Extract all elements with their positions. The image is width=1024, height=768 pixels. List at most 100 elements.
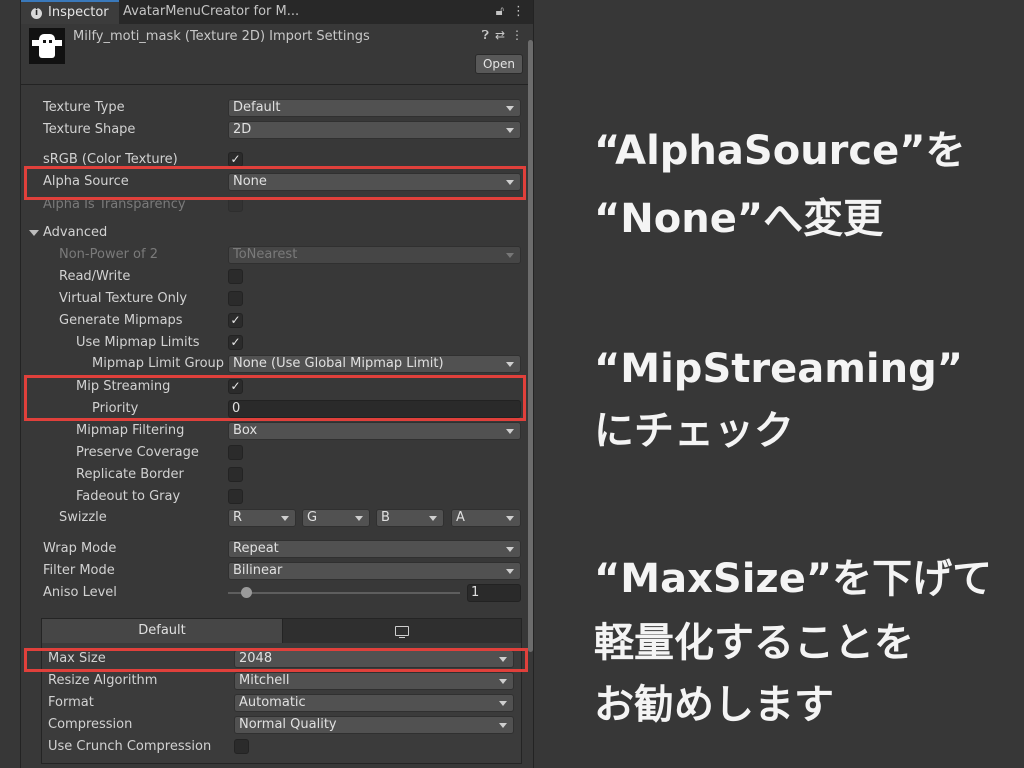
compression-label: Compression [48, 717, 133, 732]
kebab-menu-icon[interactable]: ⋮ [512, 4, 525, 19]
read-write-row: Read/Write [21, 266, 533, 288]
texture-shape-value: 2D [233, 122, 252, 137]
mipmap-filtering-dropdown[interactable]: Box [228, 422, 521, 440]
open-button[interactable]: Open [475, 54, 523, 74]
inspector-header: Milfy_moti_mask (Texture 2D) Import Sett… [21, 24, 533, 80]
fadeout-gray-label: Fadeout to Gray [76, 489, 181, 504]
texture-type-label: Texture Type [43, 100, 125, 115]
header-tools: ❓︎ ⇄ ⋮ [476, 28, 523, 43]
swizzle-b-dropdown[interactable]: B [376, 509, 444, 527]
info-icon: i [31, 7, 42, 19]
note-max-line3: お勧めします [594, 682, 834, 728]
mipmap-limit-group-row: Mipmap Limit Group None (Use Global Mipm… [21, 353, 533, 375]
inspector-scrollbar[interactable] [528, 40, 533, 652]
chevron-down-icon [499, 679, 507, 684]
filter-mode-label: Filter Mode [43, 563, 115, 578]
compression-dropdown[interactable]: Normal Quality [234, 716, 514, 734]
format-row: Format Automatic [21, 692, 533, 714]
mipmap-filtering-row: Mipmap Filtering Box [21, 420, 533, 442]
settings-sliders-icon[interactable]: ⇄ [495, 28, 505, 42]
aniso-slider-track[interactable] [228, 592, 460, 594]
swizzle-b-value: B [381, 510, 390, 525]
use-mipmap-limits-row: Use Mipmap Limits ✓ [21, 332, 533, 354]
aniso-level-input[interactable]: 1 [467, 584, 521, 602]
replicate-border-row: Replicate Border [21, 464, 533, 486]
format-label: Format [48, 695, 94, 710]
tab-avatar-menu-creator[interactable]: AvatarMenuCreator for M... [123, 0, 323, 24]
fadeout-gray-checkbox[interactable] [228, 489, 243, 504]
npot-row: Non-Power of 2 ToNearest [21, 244, 533, 266]
note-max-line2: 軽量化することを [594, 620, 914, 666]
texture-thumbnail [29, 28, 65, 64]
swizzle-r-value: R [233, 510, 243, 525]
texture-type-dropdown[interactable]: Default [228, 99, 521, 117]
swizzle-a-dropdown[interactable]: A [451, 509, 521, 527]
virtual-texture-checkbox[interactable] [228, 291, 243, 306]
wrap-mode-dropdown[interactable]: Repeat [228, 540, 521, 558]
swizzle-r-dropdown[interactable]: R [228, 509, 296, 527]
fadeout-gray-row: Fadeout to Gray [21, 486, 533, 508]
tab-avatar-menu-creator-label: AvatarMenuCreator for M... [123, 4, 300, 19]
texture-type-row: Texture Type Default [21, 97, 533, 119]
npot-value: ToNearest [233, 247, 298, 262]
preserve-coverage-label: Preserve Coverage [76, 445, 199, 460]
npot-dropdown[interactable]: ToNearest [228, 246, 521, 264]
resize-algorithm-dropdown[interactable]: Mitchell [234, 672, 514, 690]
wrap-mode-row: Wrap Mode Repeat [21, 538, 533, 560]
swizzle-a-value: A [456, 510, 465, 525]
monitor-icon [395, 625, 409, 638]
help-icon[interactable]: ❓︎ [482, 28, 489, 42]
chevron-down-icon [506, 106, 514, 111]
use-mipmap-limits-checkbox[interactable]: ✓ [228, 335, 243, 350]
tab-default-platform[interactable]: Default [42, 619, 282, 643]
read-write-label: Read/Write [59, 269, 131, 284]
chevron-down-icon [506, 429, 514, 434]
tab-bar: i Inspector AvatarMenuCreator for M... 🔓︎… [21, 0, 533, 24]
header-divider [21, 84, 533, 85]
swizzle-label: Swizzle [59, 510, 107, 525]
mipmap-limit-group-label: Mipmap Limit Group [92, 356, 225, 371]
note-max-line1: “MaxSize”を下げて [594, 556, 993, 602]
kebab-menu-icon[interactable]: ⋮ [511, 28, 523, 42]
chevron-down-icon [506, 516, 514, 521]
replicate-border-checkbox[interactable] [228, 467, 243, 482]
use-mipmap-limits-label: Use Mipmap Limits [76, 335, 200, 350]
mipmap-limit-group-dropdown[interactable]: None (Use Global Mipmap Limit) [228, 355, 521, 373]
chevron-down-icon [499, 723, 507, 728]
chevron-down-icon [506, 253, 514, 258]
tab-tools: 🔓︎ ⋮ [488, 0, 525, 24]
swizzle-g-value: G [307, 510, 318, 525]
aniso-level-label: Aniso Level [43, 585, 117, 600]
format-value: Automatic [239, 695, 306, 710]
filter-mode-dropdown[interactable]: Bilinear [228, 562, 521, 580]
chevron-down-icon [506, 569, 514, 574]
mipmap-filtering-value: Box [233, 423, 258, 438]
format-dropdown[interactable]: Automatic [234, 694, 514, 712]
chevron-down-icon [506, 547, 514, 552]
lock-icon[interactable]: 🔓︎ [496, 4, 504, 19]
generate-mipmaps-label: Generate Mipmaps [59, 313, 183, 328]
resize-algorithm-label: Resize Algorithm [48, 673, 158, 688]
virtual-texture-label: Virtual Texture Only [59, 291, 188, 306]
mipmap-limit-group-value: None (Use Global Mipmap Limit) [233, 356, 444, 371]
generate-mipmaps-checkbox[interactable]: ✓ [228, 313, 243, 328]
tab-inspector[interactable]: i Inspector [21, 0, 119, 24]
swizzle-g-dropdown[interactable]: G [302, 509, 370, 527]
note-mip-line2: にチェック [594, 408, 794, 454]
texture-shape-row: Texture Shape 2D [21, 119, 533, 141]
preserve-coverage-checkbox[interactable] [228, 445, 243, 460]
note-mip-line1: “MipStreaming” [594, 346, 964, 392]
aniso-slider-handle[interactable] [241, 587, 252, 598]
crunch-row: Use Crunch Compression [21, 736, 533, 758]
tab-standalone-platform[interactable] [282, 619, 521, 643]
max-size-highlight [24, 648, 528, 672]
fold-arrow-icon [29, 229, 39, 236]
texture-shape-dropdown[interactable]: 2D [228, 121, 521, 139]
replicate-border-label: Replicate Border [76, 467, 184, 482]
srgb-checkbox[interactable]: ✓ [228, 152, 243, 167]
advanced-label: Advanced [29, 222, 107, 244]
read-write-checkbox[interactable] [228, 269, 243, 284]
advanced-foldout[interactable]: Advanced [21, 222, 533, 244]
mipmap-filtering-label: Mipmap Filtering [76, 423, 185, 438]
crunch-checkbox[interactable] [234, 739, 249, 754]
